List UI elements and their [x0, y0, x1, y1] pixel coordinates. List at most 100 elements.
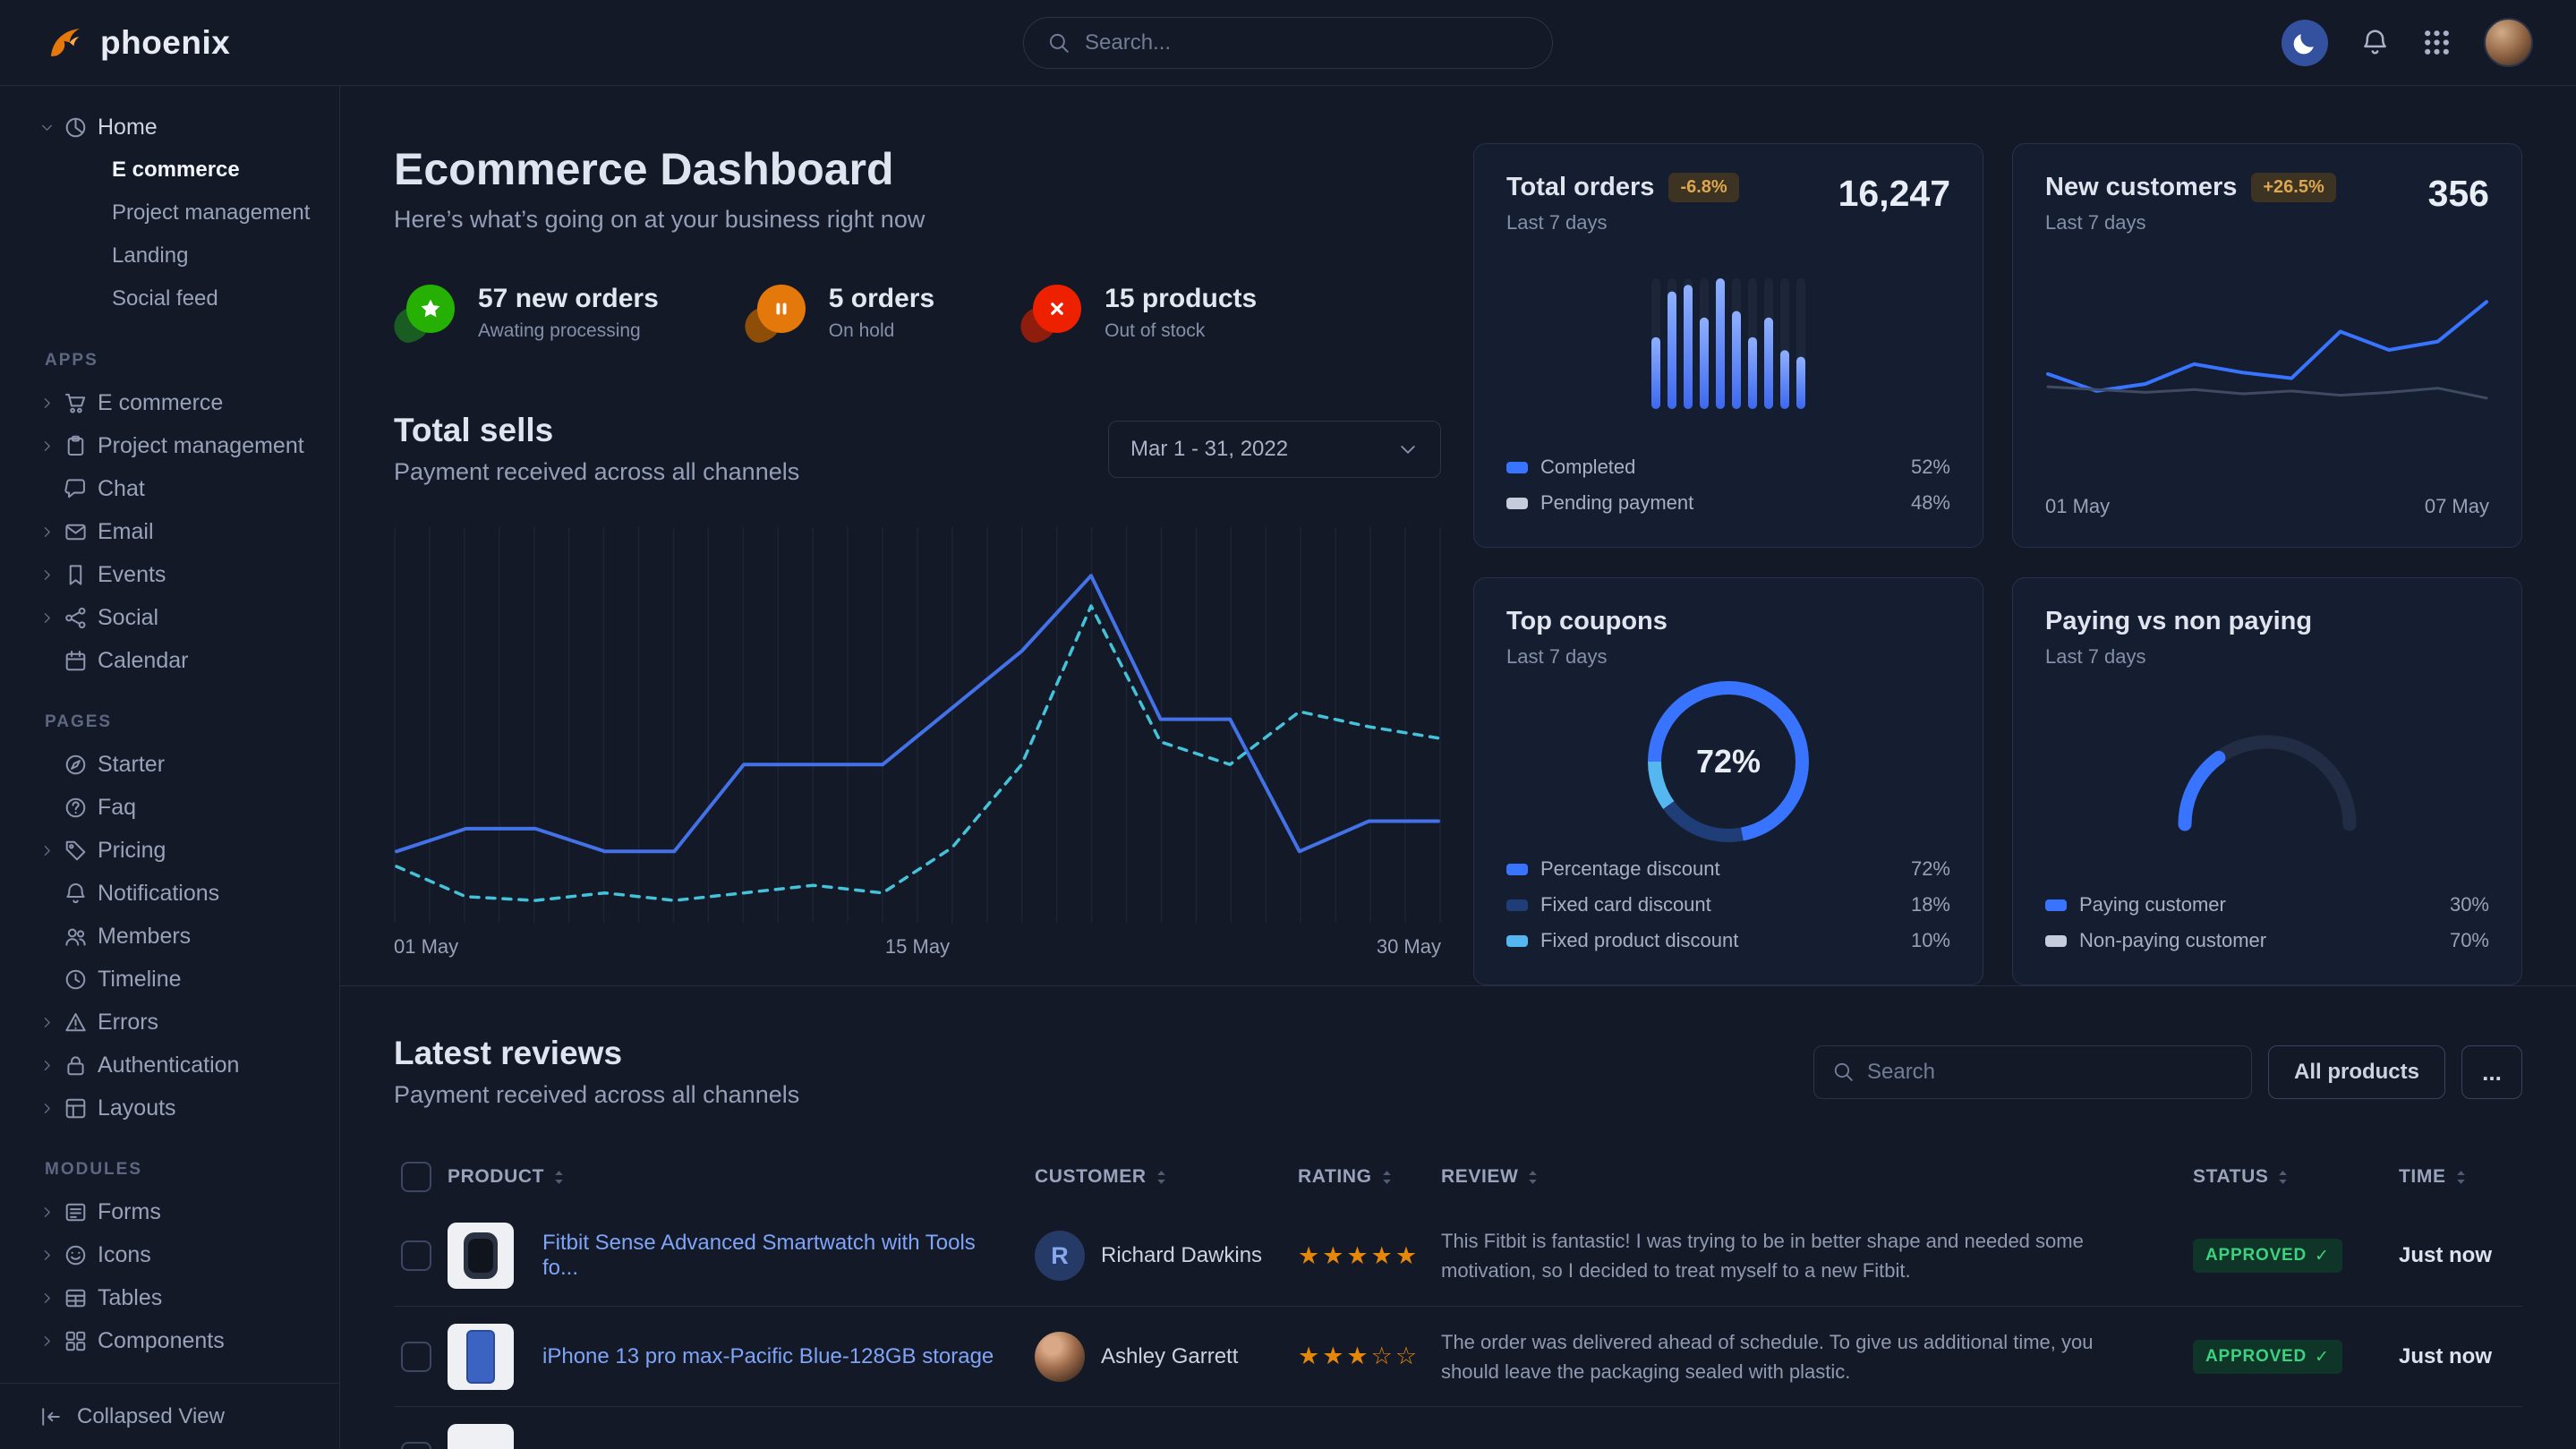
rating-stars: ★★★★★ — [1298, 1242, 1420, 1270]
sidebar-item[interactable]: Layouts — [39, 1087, 314, 1129]
customer-name[interactable]: Ashley Garrett — [1101, 1344, 1238, 1369]
donut-center-label: 72% — [1696, 743, 1761, 780]
card-period: Last 7 days — [1506, 645, 1668, 669]
sidebar-item[interactable]: Faq — [39, 786, 314, 829]
sidebar-section-title: APPS — [45, 351, 314, 371]
sidebar-item[interactable]: Calendar — [39, 639, 314, 682]
product-image — [448, 1424, 514, 1449]
sidebar-item[interactable]: Email — [39, 510, 314, 553]
cross-icon — [1045, 297, 1069, 320]
pie-chart-icon — [64, 115, 88, 140]
legend-item: Pending payment 48% — [1506, 488, 1950, 518]
brand-logo[interactable]: phoenix — [43, 21, 230, 64]
review-text: The order was delivered ahead of schedul… — [1441, 1327, 2193, 1386]
chevron-right-icon — [39, 1291, 55, 1306]
top-navbar: phoenix — [0, 0, 2576, 86]
column-header[interactable]: STATUS — [2193, 1166, 2399, 1188]
cart-icon — [64, 391, 88, 415]
total-sells-xaxis: 01 May 15 May 30 May — [394, 935, 1441, 959]
select-all-checkbox[interactable] — [401, 1162, 431, 1192]
product-link[interactable]: Fitbit Sense Advanced Smartwatch with To… — [542, 1231, 1008, 1281]
sidebar-item[interactable]: Chat — [39, 467, 314, 510]
stat-value: 15 products — [1105, 284, 1257, 314]
reviews-search[interactable] — [1813, 1045, 2252, 1099]
sidebar-item[interactable]: Pricing — [39, 829, 314, 872]
sidebar-item-label: Email — [98, 519, 154, 545]
sidebar-item[interactable]: Tables — [39, 1276, 314, 1319]
chevron-right-icon — [39, 1101, 55, 1116]
sidebar-subitem[interactable]: Project management — [39, 192, 314, 234]
sidebar-subitem[interactable]: E commerce — [39, 149, 314, 192]
review-time: Just now — [2399, 1344, 2492, 1368]
more-options-button[interactable]: ... — [2461, 1045, 2522, 1099]
table-row — [394, 1406, 2522, 1449]
chevron-right-icon — [39, 396, 55, 411]
customer-avatar — [1035, 1332, 1085, 1382]
card-legend: Paying customer 30% Non-paying customer … — [2045, 890, 2489, 956]
collapse-sidebar-button[interactable]: Collapsed View — [0, 1383, 339, 1449]
all-products-button[interactable]: All products — [2268, 1045, 2445, 1099]
user-avatar[interactable] — [2484, 18, 2533, 67]
column-header[interactable]: TIME — [2399, 1166, 2522, 1188]
main-content: Ecommerce Dashboard Here’s what’s going … — [340, 86, 2576, 1449]
sidebar-item[interactable]: E commerce — [39, 381, 314, 424]
theme-toggle-button[interactable] — [2282, 20, 2328, 66]
row-checkbox[interactable] — [401, 1342, 431, 1372]
sidebar-item[interactable]: Starter — [39, 743, 314, 786]
product-image — [448, 1223, 514, 1289]
sidebar-item[interactable]: Notifications — [39, 872, 314, 915]
top-coupons-card: Top coupons Last 7 days 72% — [1473, 577, 1983, 985]
paying-gauge-chart — [2164, 717, 2370, 841]
global-search[interactable] — [1023, 17, 1553, 69]
kpi-cards: Total orders -6.8% Last 7 days 16,247 — [1473, 143, 2522, 985]
customer-name[interactable]: Richard Dawkins — [1101, 1243, 1262, 1268]
legend-item: Non-paying customer 70% — [2045, 925, 2489, 956]
clipboard-icon — [64, 434, 88, 458]
sidebar-item[interactable]: Events — [39, 553, 314, 596]
stat-circle — [757, 285, 806, 333]
legend-swatch — [1506, 899, 1528, 911]
layout-icon — [64, 1096, 88, 1121]
legend-swatch — [1506, 935, 1528, 947]
legend-item: Percentage discount 72% — [1506, 854, 1950, 884]
clock-icon — [64, 967, 88, 992]
stats-row: 57 new orders Awating processing — [394, 284, 1441, 342]
sidebar-item[interactable]: Timeline — [39, 958, 314, 1001]
sidebar-item-label: Project management — [98, 433, 304, 459]
row-checkbox[interactable] — [401, 1442, 431, 1449]
trend-badge: -6.8% — [1668, 173, 1738, 202]
sidebar-item[interactable]: Icons — [39, 1233, 314, 1276]
status-badge: APPROVED ✓ — [2193, 1239, 2342, 1273]
card-period: Last 7 days — [2045, 211, 2336, 234]
legend-swatch — [1506, 864, 1528, 875]
sidebar-item-label: Notifications — [98, 881, 219, 907]
sidebar-item[interactable]: Components — [39, 1319, 314, 1362]
sidebar-item[interactable]: Project management — [39, 424, 314, 467]
sidebar-item-label: Tables — [98, 1285, 162, 1311]
apps-menu-button[interactable] — [2422, 28, 2452, 57]
search-input[interactable] — [1085, 30, 1529, 55]
column-header[interactable]: PRODUCT — [448, 1166, 1035, 1188]
sidebar-item[interactable]: Forms — [39, 1190, 314, 1233]
column-header[interactable]: REVIEW — [1441, 1166, 2193, 1188]
reviews-search-input[interactable] — [1867, 1060, 2233, 1085]
sidebar-item[interactable]: Members — [39, 915, 314, 958]
total-sells-title: Total sells — [394, 412, 799, 449]
sidebar-item[interactable]: Authentication — [39, 1044, 314, 1087]
check-icon: ✓ — [2315, 1347, 2330, 1367]
notifications-button[interactable] — [2360, 28, 2390, 57]
stat-item: 5 orders On hold — [745, 284, 934, 342]
product-link[interactable]: iPhone 13 pro max-Pacific Blue-128GB sto… — [542, 1344, 994, 1369]
sidebar-item[interactable]: Errors — [39, 1001, 314, 1044]
dashboard-overview: Ecommerce Dashboard Here’s what’s going … — [340, 86, 2576, 986]
sidebar-item-home[interactable]: Home — [39, 106, 314, 149]
sidebar-subitem[interactable]: Social feed — [39, 277, 314, 320]
sidebar-subitem[interactable]: Landing — [39, 234, 314, 277]
bookmark-icon — [64, 563, 88, 587]
date-range-select[interactable]: Mar 1 - 31, 2022 — [1108, 421, 1441, 478]
row-checkbox[interactable] — [401, 1240, 431, 1271]
stat-item: 57 new orders Awating processing — [394, 284, 659, 342]
column-header[interactable]: CUSTOMER — [1035, 1166, 1298, 1188]
sidebar-item[interactable]: Social — [39, 596, 314, 639]
column-header[interactable]: RATING — [1298, 1166, 1441, 1188]
